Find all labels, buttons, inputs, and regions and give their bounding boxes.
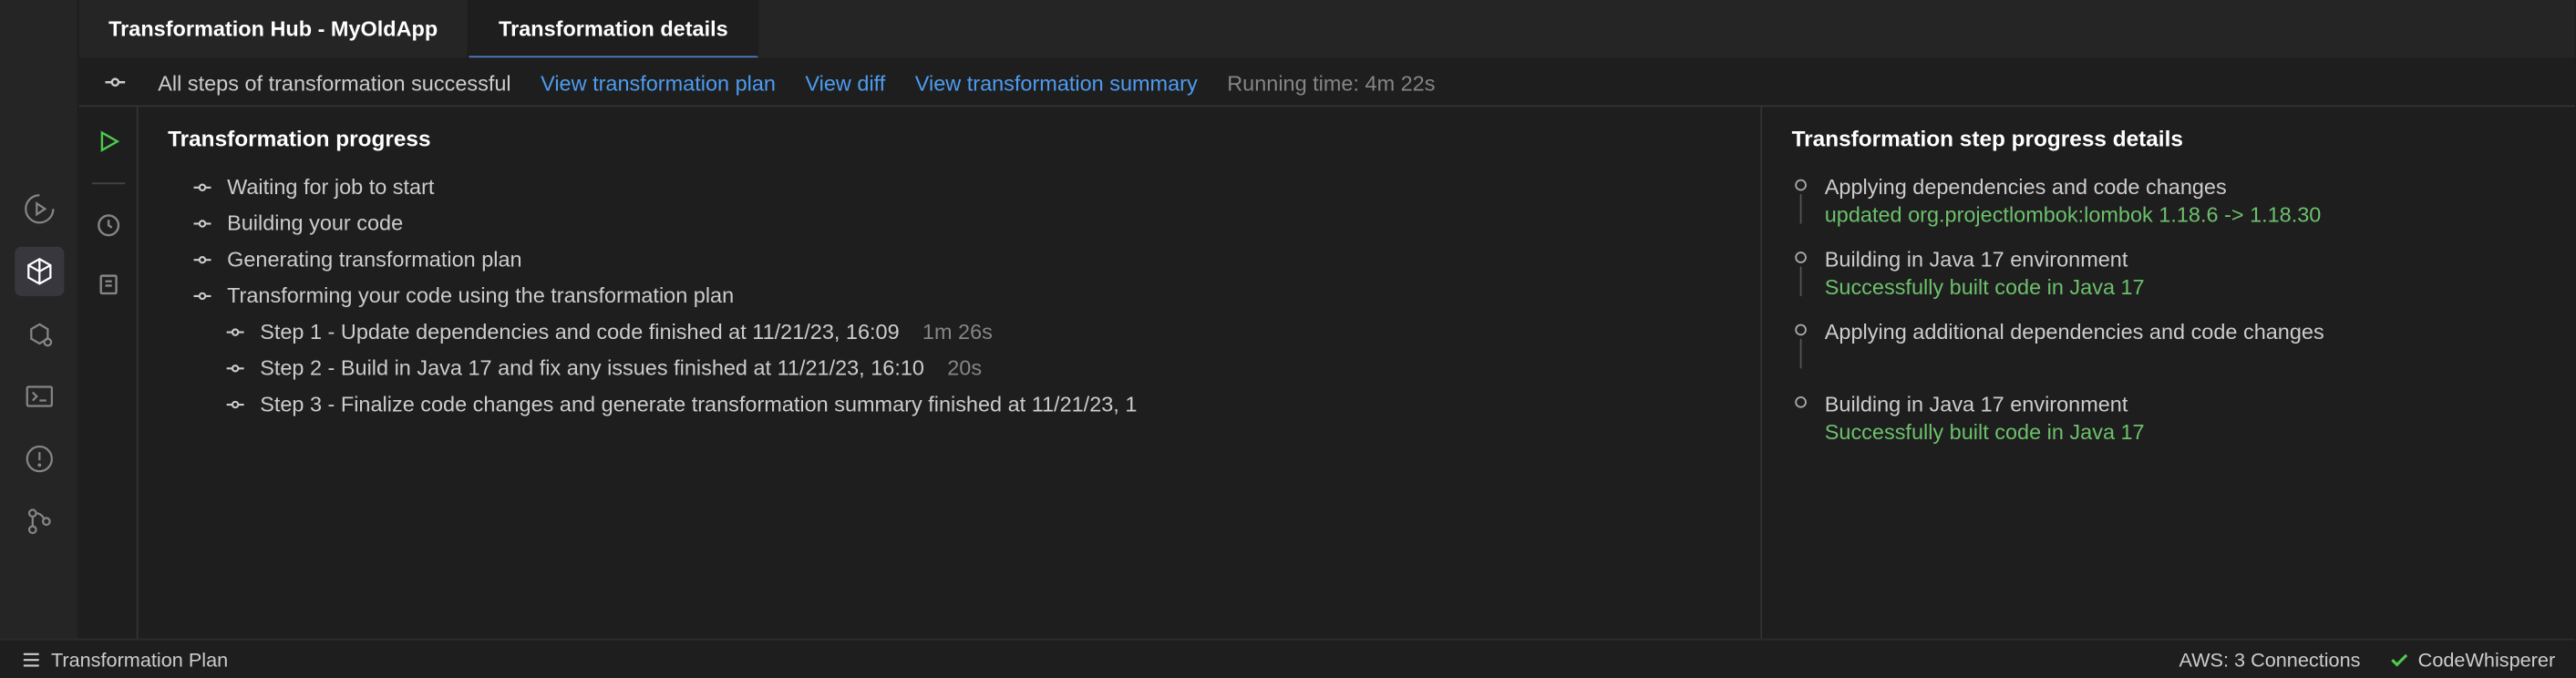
detail-item: Building in Java 17 environment Successf…	[1792, 392, 2546, 445]
timeline-marker-icon	[1792, 319, 1808, 368]
detail-item: Applying dependencies and code changes u…	[1792, 174, 2546, 227]
check-icon	[2386, 648, 2409, 671]
detail-sub: Successfully built code in Java 17	[1825, 419, 2145, 444]
progress-tree: Waiting for job to start Building your c…	[168, 174, 1731, 416]
details-list: Applying dependencies and code changes u…	[1792, 174, 2546, 444]
progress-label: Transforming your code using the transfo…	[227, 282, 734, 307]
status-aws[interactable]: AWS: 3 Connections	[2179, 648, 2360, 671]
running-time: Running time: 4m 22s	[1227, 70, 1435, 95]
main-area: Transformation Hub - MyOldApp Transforma…	[79, 0, 2575, 678]
activity-warning-icon[interactable]	[14, 435, 63, 484]
node-icon	[191, 248, 213, 271]
detail-item: Building in Java 17 environment Successf…	[1792, 247, 2546, 300]
progress-label: Waiting for job to start	[227, 174, 434, 199]
view-summary-link[interactable]: View transformation summary	[915, 70, 1198, 95]
progress-step: Step 2 - Build in Java 17 and fix any is…	[168, 355, 1731, 380]
progress-title: Transformation progress	[168, 127, 1731, 151]
progress-panel: Transformation progress Waiting for job …	[139, 107, 1763, 677]
node-icon	[223, 320, 246, 343]
status-plan-label: Transformation Plan	[51, 648, 228, 671]
toolbar-divider	[91, 182, 124, 184]
detail-title: Applying additional dependencies and cod…	[1825, 319, 2324, 344]
progress-step: Step 1 - Update dependencies and code fi…	[168, 319, 1731, 344]
timeline-marker-icon	[1792, 247, 1808, 296]
play-icon[interactable]	[89, 123, 126, 159]
timeline-marker-icon	[1792, 392, 1808, 408]
step-duration: 1m 26s	[922, 319, 993, 344]
editor-tabs: Transformation Hub - MyOldApp Transforma…	[79, 0, 2575, 59]
activity-terminal-icon[interactable]	[14, 372, 63, 421]
content-area: Transformation progress Waiting for job …	[79, 107, 2575, 677]
activity-bar	[0, 0, 79, 678]
detail-sub: Successfully built code in Java 17	[1825, 274, 2145, 299]
status-bar: Transformation Plan AWS: 3 Connections C…	[0, 639, 2575, 678]
status-codewhisperer[interactable]: CodeWhisperer	[2386, 648, 2555, 671]
details-panel: Transformation step progress details App…	[1762, 107, 2575, 677]
tab-transformation-hub[interactable]: Transformation Hub - MyOldApp	[79, 0, 469, 57]
progress-item: Waiting for job to start	[168, 174, 1731, 199]
node-icon	[191, 283, 213, 306]
status-codewhisperer-label: CodeWhisperer	[2418, 648, 2555, 671]
list-icon	[20, 648, 43, 671]
node-icon	[191, 175, 213, 198]
progress-label: Building your code	[227, 211, 403, 235]
step-label: Step 1 - Update dependencies and code fi…	[260, 319, 899, 344]
side-toolbar	[79, 107, 139, 677]
step-label: Step 3 - Finalize code changes and gener…	[260, 392, 1137, 416]
progress-item: Generating transformation plan	[168, 247, 1731, 272]
progress-item: Building your code	[168, 211, 1731, 235]
subheader-bar: All steps of transformation successful V…	[79, 59, 2575, 107]
node-icon	[223, 392, 246, 415]
transformation-status: All steps of transformation successful	[158, 70, 510, 95]
history-icon[interactable]	[89, 207, 126, 243]
commit-icon	[102, 69, 129, 96]
document-icon[interactable]	[89, 266, 126, 303]
progress-label: Generating transformation plan	[227, 247, 521, 272]
activity-amazon-q-icon[interactable]	[14, 247, 63, 296]
detail-title: Building in Java 17 environment	[1825, 247, 2145, 272]
activity-toolkit-icon[interactable]	[14, 309, 63, 358]
step-label: Step 2 - Build in Java 17 and fix any is…	[260, 355, 924, 380]
progress-item: Transforming your code using the transfo…	[168, 282, 1731, 307]
details-title: Transformation step progress details	[1792, 127, 2546, 151]
tab-transformation-details[interactable]: Transformation details	[469, 0, 759, 57]
timeline-marker-icon	[1792, 174, 1808, 223]
detail-sub: updated org.projectlombok:lombok 1.18.6 …	[1825, 202, 2322, 227]
node-icon	[223, 356, 246, 379]
detail-title: Applying dependencies and code changes	[1825, 174, 2322, 199]
activity-run-icon[interactable]	[14, 184, 63, 233]
activity-source-control-icon[interactable]	[14, 497, 63, 546]
view-plan-link[interactable]: View transformation plan	[541, 70, 776, 95]
step-duration: 20s	[947, 355, 982, 380]
detail-title: Building in Java 17 environment	[1825, 392, 2145, 416]
detail-item: Applying additional dependencies and cod…	[1792, 319, 2546, 372]
status-plan[interactable]: Transformation Plan	[20, 648, 229, 671]
node-icon	[191, 211, 213, 234]
view-diff-link[interactable]: View diff	[805, 70, 885, 95]
progress-step: Step 3 - Finalize code changes and gener…	[168, 392, 1731, 416]
